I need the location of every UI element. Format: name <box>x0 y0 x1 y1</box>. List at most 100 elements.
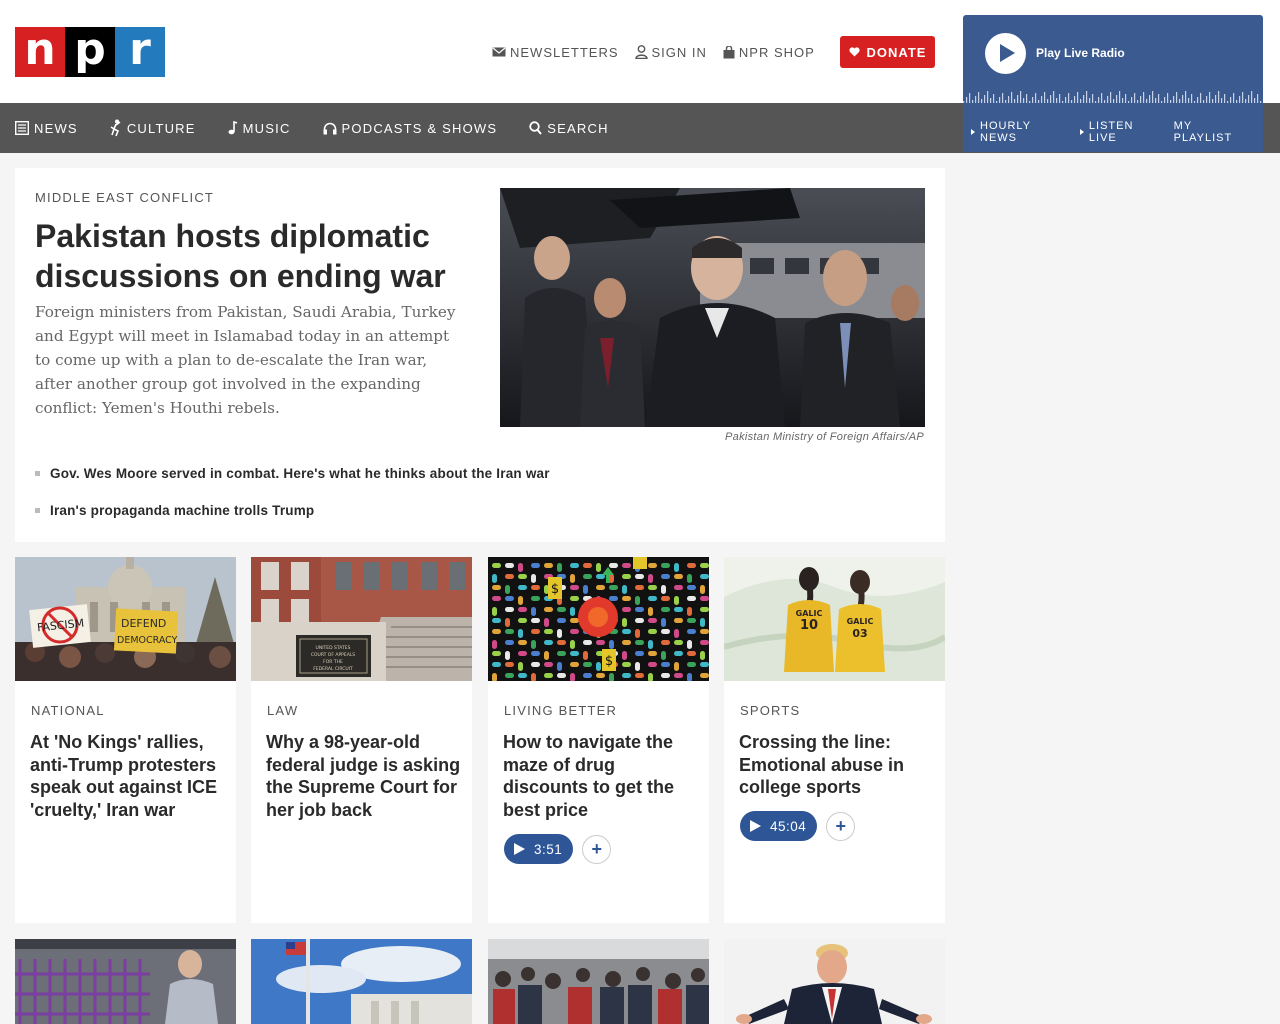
nav-podcasts-shows[interactable]: PODCASTS & SHOWS <box>323 121 498 136</box>
story-photo[interactable] <box>488 939 709 1024</box>
protest-sign-defend: DEFEND <box>121 617 166 630</box>
newsletters-link[interactable]: NEWSLETTERS <box>492 43 619 61</box>
featured-story: MIDDLE EAST CONFLICT Pakistan hosts dipl… <box>15 168 945 542</box>
nav-podcasts-label: PODCASTS & SHOWS <box>341 120 498 136</box>
donate-label: DONATE <box>866 44 927 60</box>
related-stories: Gov. Wes Moore served in combat. Here's … <box>35 463 550 537</box>
play-audio-button[interactable]: 45:04 <box>740 811 818 841</box>
audio-duration: 45:04 <box>770 818 807 834</box>
jersey-name-left: GALIC <box>796 609 823 618</box>
my-playlist-link[interactable]: MY PLAYLIST <box>1174 120 1253 144</box>
story-photo[interactable]: UNITED STATES COURT OF APPEALS FOR THE F… <box>251 557 472 681</box>
audio-waveform <box>963 91 1262 103</box>
story-photo[interactable] <box>251 939 472 1024</box>
story-kicker[interactable]: NATIONAL <box>31 703 105 718</box>
story-card: GALIC 10 GALIC 03 SPORTS Crossing the li… <box>724 557 945 923</box>
svg-text:$: $ <box>551 582 559 597</box>
jersey-name-right: GALIC <box>847 617 874 626</box>
logo-letter-n: n <box>15 27 65 77</box>
related-story[interactable]: Gov. Wes Moore served in combat. Here's … <box>35 463 550 483</box>
story-photo[interactable] <box>15 939 236 1024</box>
hourly-news-link[interactable]: HOURLY NEWS <box>971 120 1070 144</box>
add-to-playlist-button[interactable]: + <box>826 811 856 841</box>
story-headline[interactable]: Crossing the line: Emotional abuse in co… <box>739 731 934 799</box>
music-note-icon <box>228 121 237 135</box>
play-icon <box>750 820 761 832</box>
story-photo[interactable]: FASCISM DEFEND DEMOCRACY <box>15 557 236 681</box>
npr-logo[interactable]: n p r <box>15 27 165 77</box>
nav-news-label: NEWS <box>34 120 78 136</box>
story-headline[interactable]: Why a 98-year-old federal judge is askin… <box>266 731 461 821</box>
logo-letter-p: p <box>65 27 115 77</box>
court-plaque-line-3: FOR THE <box>323 659 343 665</box>
nav-culture[interactable]: CULTURE <box>110 119 196 137</box>
play-icon <box>514 843 525 855</box>
story-kicker[interactable]: LAW <box>267 703 298 718</box>
related-story[interactable]: Iran's propaganda machine trolls Trump <box>35 500 550 520</box>
user-icon <box>634 45 648 59</box>
featured-photo[interactable] <box>500 188 925 427</box>
plus-icon: + <box>835 816 847 836</box>
featured-headline[interactable]: Pakistan hosts diplomatic discussions on… <box>35 216 475 296</box>
play-triangle-icon <box>971 129 975 135</box>
add-to-playlist-button[interactable]: + <box>582 834 612 864</box>
story-headline[interactable]: How to navigate the maze of drug discoun… <box>503 731 698 821</box>
nav-search-label: SEARCH <box>547 120 609 136</box>
jersey-number-right: 03 <box>852 627 867 640</box>
play-live-radio-button[interactable] <box>985 33 1026 74</box>
story-card: $ $ LIVING BETTER How to navigate the ma… <box>488 557 709 923</box>
shopping-bag-icon <box>723 45 735 58</box>
bullet <box>35 470 40 476</box>
search-icon <box>529 121 543 135</box>
nav-news[interactable]: NEWS <box>15 121 78 136</box>
live-radio-player: Play Live Radio HOURLY NEWS LISTEN LIVE … <box>963 15 1263 152</box>
play-audio-button[interactable]: 3:51 <box>504 834 574 864</box>
jersey-number-left: 10 <box>800 618 818 633</box>
related-story-title: Iran's propaganda machine trolls Trump <box>50 502 315 518</box>
nav-music-label: MUSIC <box>242 120 291 136</box>
npr-shop-link[interactable]: NPR SHOP <box>723 43 815 61</box>
listen-live-link[interactable]: LISTEN LIVE <box>1079 120 1164 144</box>
audio-controls: 3:51 + <box>504 834 612 864</box>
image-credit: Pakistan Ministry of Foreign Affairs/AP <box>725 431 924 443</box>
audio-duration: 3:51 <box>534 841 563 857</box>
court-plaque-line-1: UNITED STATES <box>316 645 351 651</box>
court-plaque-line-2: COURT OF APPEALS <box>311 652 355 658</box>
story-kicker[interactable]: SPORTS <box>740 703 800 718</box>
audio-controls: 45:04 + <box>740 811 856 841</box>
story-card: FASCISM DEFEND DEMOCRACY NATIONAL At 'No… <box>15 557 236 923</box>
news-icon <box>15 121 29 135</box>
related-story-title: Gov. Wes Moore served in combat. Here's … <box>50 465 550 481</box>
donate-button[interactable]: DONATE <box>840 36 935 68</box>
story-photo[interactable] <box>724 939 945 1024</box>
sign-in-label: SIGN IN <box>651 44 707 60</box>
heart-icon <box>848 47 860 57</box>
plus-icon: + <box>591 839 603 859</box>
svg-text:$: $ <box>605 654 613 669</box>
story-kicker[interactable]: MIDDLE EAST CONFLICT <box>35 190 214 205</box>
culture-icon <box>110 119 121 137</box>
play-triangle-icon <box>1079 129 1084 135</box>
my-playlist-label: MY PLAYLIST <box>1173 120 1233 144</box>
sign-in-link[interactable]: SIGN IN <box>634 43 707 61</box>
protest-sign-democracy: DEMOCRACY <box>117 635 178 646</box>
featured-teaser: Foreign ministers from Pakistan, Saudi A… <box>35 303 456 417</box>
story-illustration[interactable]: $ $ <box>488 557 709 681</box>
story-headline[interactable]: At 'No Kings' rallies, anti-Trump protes… <box>30 731 225 821</box>
story-card: UNITED STATES COURT OF APPEALS FOR THE F… <box>251 557 472 923</box>
nav-music[interactable]: MUSIC <box>228 121 291 136</box>
story-kicker[interactable]: LIVING BETTER <box>504 703 617 718</box>
nav-culture-label: CULTURE <box>126 120 196 136</box>
court-plaque-line-4: FEDERAL CIRCUIT <box>313 666 353 672</box>
envelope-icon <box>492 47 506 57</box>
hourly-news-label: HOURLY NEWS <box>980 120 1031 144</box>
npr-shop-label: NPR SHOP <box>738 44 815 60</box>
listen-live-label: LISTEN LIVE <box>1088 120 1134 144</box>
headphones-icon <box>323 122 337 134</box>
story-illustration[interactable]: GALIC 10 GALIC 03 <box>724 557 945 681</box>
play-live-radio-label: Play Live Radio <box>1036 46 1125 60</box>
bullet <box>35 507 40 513</box>
utility-nav: NEWSLETTERS SIGN IN NPR SHOP <box>492 43 831 61</box>
logo-letter-r: r <box>115 27 165 77</box>
nav-search[interactable]: SEARCH <box>529 121 608 136</box>
